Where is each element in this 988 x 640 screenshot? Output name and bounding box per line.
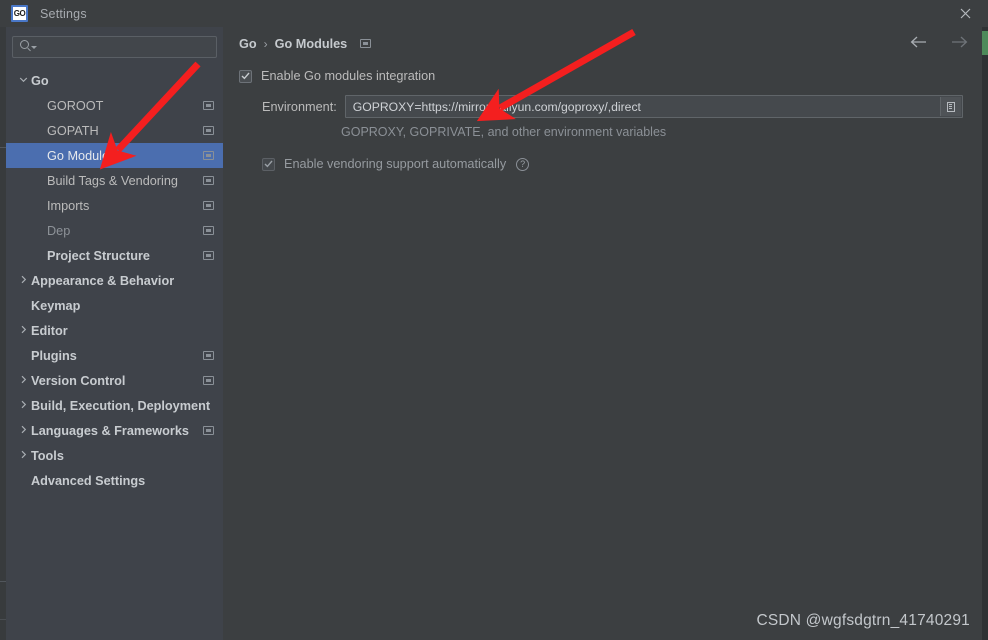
project-setting-badge-icon: [360, 39, 372, 48]
sidebar-item-label: Dep: [47, 223, 71, 238]
sidebar-item-appearance-behavior[interactable]: Appearance & Behavior: [6, 268, 223, 293]
goland-app-icon-label: GO: [13, 8, 26, 18]
sidebar-item-label: Advanced Settings: [31, 473, 146, 488]
sidebar-item-go[interactable]: Go: [6, 68, 223, 93]
environment-row: Environment:: [223, 95, 982, 118]
breadcrumb-separator: ›: [263, 36, 268, 51]
sidebar-item-label: GOROOT: [47, 98, 104, 113]
sidebar-item-label: Tools: [31, 448, 64, 463]
settings-main-panel: Go › Go Modules Enable Go modules integr…: [223, 27, 982, 640]
environment-input[interactable]: [345, 95, 927, 118]
search-box[interactable]: [12, 36, 217, 59]
settings-sidebar: Go GOROOT GOPATH Go Modules Build Tags & Ven…: [6, 27, 223, 640]
sidebar-item-gopath[interactable]: GOPATH: [6, 118, 223, 143]
search-container: [6, 27, 223, 59]
document-lines-icon: [946, 101, 955, 112]
sidebar-item-label: GOPATH: [47, 123, 99, 138]
breadcrumb: Go › Go Modules: [223, 27, 982, 60]
settings-tree: Go GOROOT GOPATH Go Modules Build Tags & Ven…: [6, 68, 223, 493]
project-setting-badge-icon: [203, 225, 214, 235]
arrow-right-icon[interactable]: [951, 36, 968, 48]
project-setting-badge-icon: [203, 250, 214, 260]
chevron-right-icon[interactable]: [17, 425, 29, 437]
settings-dialog: GO Settings Go GOROOT GOPATH Go Modules Buil…: [0, 0, 988, 640]
project-setting-badge-icon: [203, 150, 214, 160]
sidebar-item-dep[interactable]: Dep: [6, 218, 223, 243]
enable-go-modules-row[interactable]: Enable Go modules integration: [223, 69, 982, 83]
project-setting-badge-icon: [203, 125, 214, 135]
sidebar-item-goroot[interactable]: GOROOT: [6, 93, 223, 118]
sidebar-item-build-execution-deployment[interactable]: Build, Execution, Deployment: [6, 393, 223, 418]
sidebar-item-build-tags-vendoring[interactable]: Build Tags & Vendoring: [6, 168, 223, 193]
sidebar-item-label: Editor: [31, 323, 68, 338]
help-icon[interactable]: ?: [516, 157, 530, 171]
search-icon-group: [20, 40, 37, 49]
window-title: Settings: [40, 6, 87, 21]
sidebar-item-advanced-settings[interactable]: Advanced Settings: [6, 468, 223, 493]
environment-field[interactable]: [344, 95, 963, 118]
sidebar-item-label: Keymap: [31, 298, 81, 313]
sidebar-item-label: Plugins: [31, 348, 77, 363]
sidebar-item-label: Version Control: [31, 373, 126, 388]
right-edge-strip: [982, 27, 988, 640]
goland-app-icon: GO: [11, 5, 28, 22]
project-setting-badge-icon: [203, 200, 214, 210]
sidebar-item-label: Project Structure: [47, 248, 150, 263]
environment-label: Environment:: [262, 99, 337, 114]
sidebar-item-label: Build Tags & Vendoring: [47, 173, 178, 188]
enable-vendoring-label: Enable vendoring support automatically: [284, 157, 507, 171]
sidebar-item-label: Appearance & Behavior: [31, 273, 175, 288]
breadcrumb-current: Go Modules: [274, 36, 348, 51]
enable-go-modules-label: Enable Go modules integration: [261, 69, 436, 83]
sidebar-item-label: Languages & Frameworks: [31, 423, 189, 438]
environment-hint: GOPROXY, GOPRIVATE, and other environmen…: [341, 125, 667, 139]
sidebar-item-languages-frameworks[interactable]: Languages & Frameworks: [6, 418, 223, 443]
watermark: CSDN @wgfsdgtrn_41740291: [756, 612, 970, 629]
project-setting-badge-icon: [203, 175, 214, 185]
project-setting-badge-icon: [203, 350, 214, 360]
sidebar-item-label: Go Modules: [47, 148, 116, 163]
search-input[interactable]: [37, 37, 212, 59]
navigation-arrows: [910, 36, 968, 48]
chevron-right-icon[interactable]: [17, 400, 29, 412]
chevron-down-icon[interactable]: [17, 75, 29, 87]
sidebar-item-label: Imports: [47, 198, 90, 213]
enable-go-modules-checkbox[interactable]: [239, 69, 252, 83]
sidebar-item-label: Build, Execution, Deployment: [31, 398, 211, 413]
sidebar-item-imports[interactable]: Imports: [6, 193, 223, 218]
chevron-right-icon[interactable]: [17, 375, 29, 387]
chevron-right-icon[interactable]: [17, 450, 29, 462]
background-window-sliver: [982, 31, 988, 55]
environment-expand-button[interactable]: [939, 97, 961, 116]
sidebar-item-tools[interactable]: Tools: [6, 443, 223, 468]
chevron-right-icon[interactable]: [17, 275, 29, 287]
chevron-right-icon[interactable]: [17, 325, 29, 337]
sidebar-item-plugins[interactable]: Plugins: [6, 343, 223, 368]
arrow-left-icon[interactable]: [910, 36, 927, 48]
sidebar-item-version-control[interactable]: Version Control: [6, 368, 223, 393]
project-setting-badge-icon: [203, 375, 214, 385]
sidebar-item-editor[interactable]: Editor: [6, 318, 223, 343]
enable-vendoring-checkbox[interactable]: [262, 157, 275, 171]
project-setting-badge-icon: [203, 425, 214, 435]
title-bar: GO Settings: [0, 0, 988, 28]
sidebar-item-label: Go: [31, 73, 49, 88]
project-setting-badge-icon: [203, 100, 214, 110]
breadcrumb-parent[interactable]: Go: [239, 37, 257, 51]
sidebar-item-go-modules[interactable]: Go Modules: [6, 143, 223, 168]
sidebar-item-project-structure[interactable]: Project Structure: [6, 243, 223, 268]
search-icon: [20, 40, 29, 49]
sidebar-item-keymap[interactable]: Keymap: [6, 293, 223, 318]
close-icon[interactable]: [942, 0, 988, 27]
enable-vendoring-row[interactable]: Enable vendoring support automatically ?: [223, 157, 982, 171]
